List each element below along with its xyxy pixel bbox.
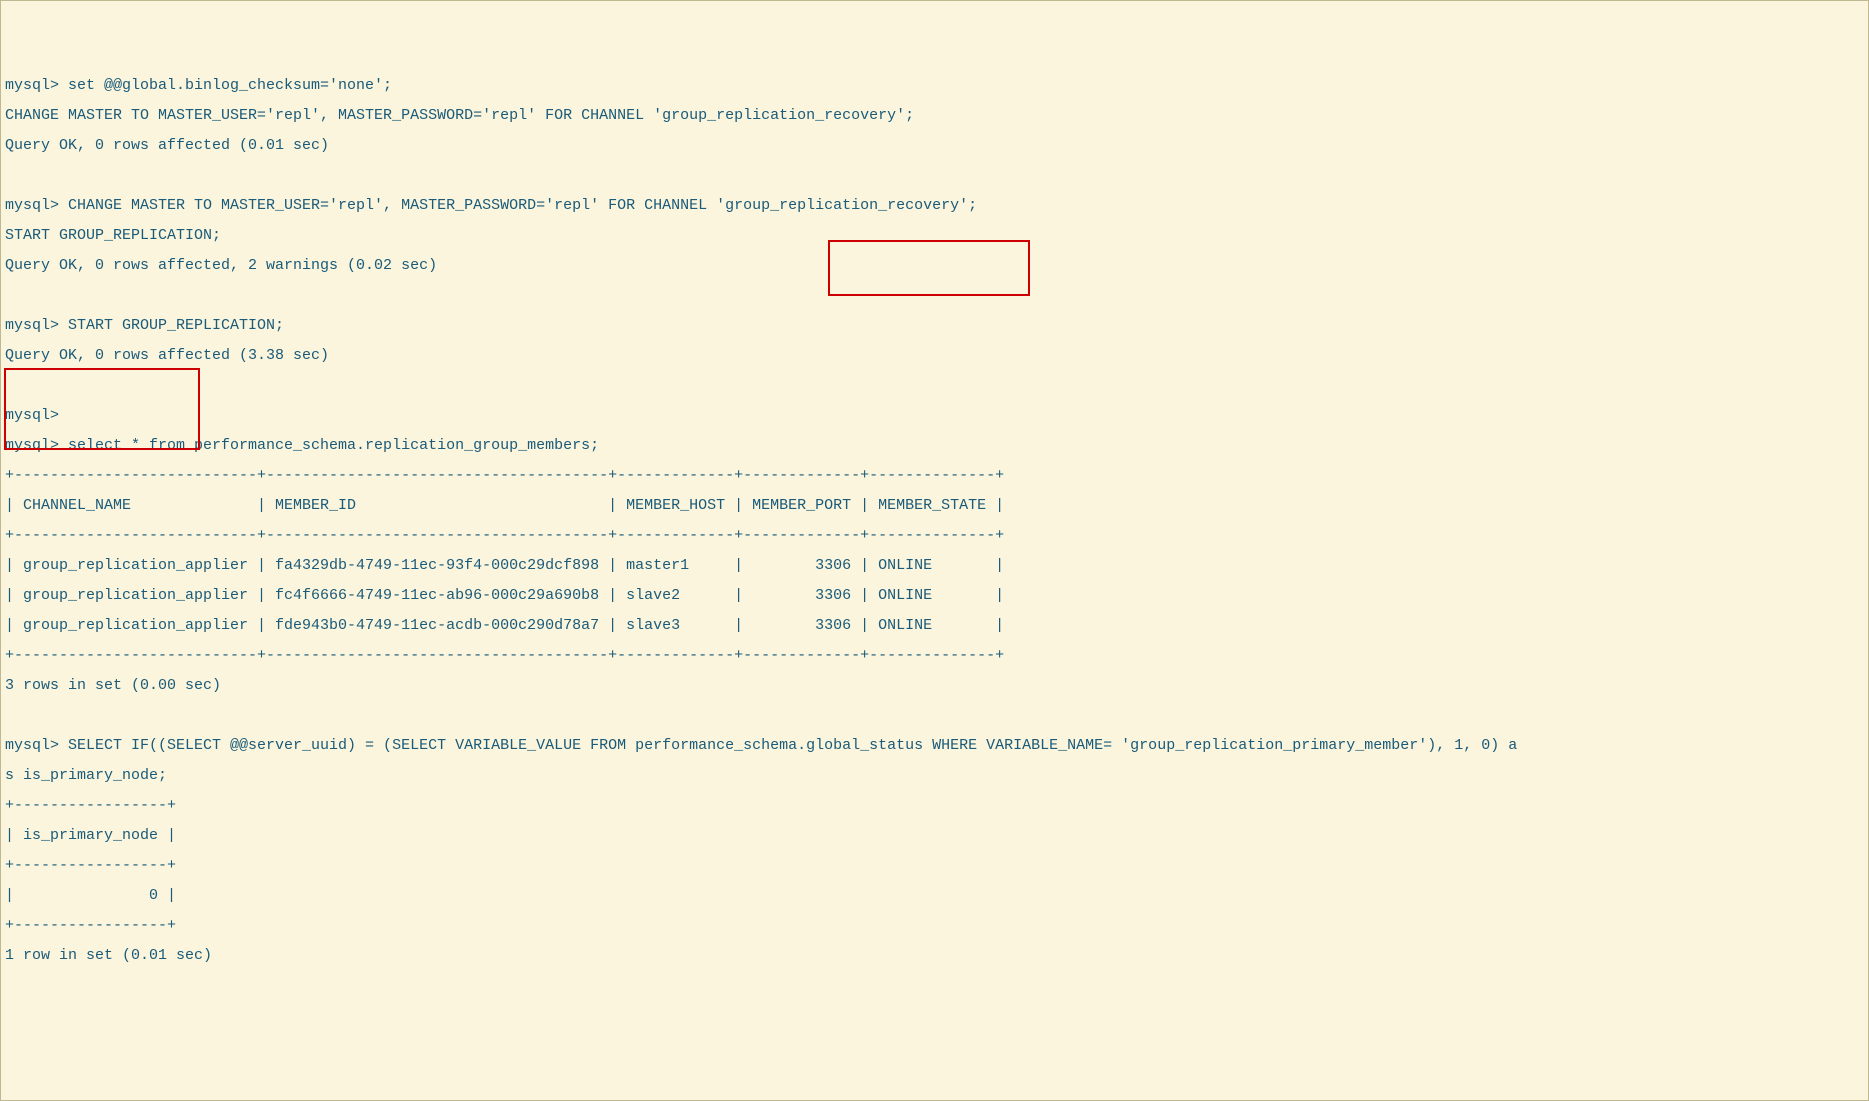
cmd-change-master-1: CHANGE MASTER TO MASTER_USER='repl', MAS…	[5, 108, 1864, 123]
cmd-set-binlog: mysql> set @@global.binlog_checksum='non…	[5, 78, 1864, 93]
table-row: | group_replication_applier | fde943b0-4…	[5, 618, 1864, 633]
mysql-terminal: mysql> set @@global.binlog_checksum='non…	[1, 61, 1868, 980]
result-ok-3: Query OK, 0 rows affected (3.38 sec)	[5, 348, 1864, 363]
cmd-start-repl: mysql> START GROUP_REPLICATION;	[5, 318, 1864, 333]
rows-in-set-2: 1 row in set (0.01 sec)	[5, 948, 1864, 963]
table-row: | group_replication_applier | fc4f6666-4…	[5, 588, 1864, 603]
primary-table-row: | 0 |	[5, 888, 1864, 903]
primary-table-header: | is_primary_node |	[5, 828, 1864, 843]
blank	[5, 708, 1864, 723]
result-ok-2: Query OK, 0 rows affected, 2 warnings (0…	[5, 258, 1864, 273]
cmd-change-master-2: mysql> CHANGE MASTER TO MASTER_USER='rep…	[5, 198, 1864, 213]
prompt-empty: mysql>	[5, 408, 1864, 423]
primary-table-border-top: +-----------------+	[5, 798, 1864, 813]
cmd-select-members: mysql> select * from performance_schema.…	[5, 438, 1864, 453]
table-border-top: +---------------------------+-----------…	[5, 468, 1864, 483]
cmd-select-primary-b: s is_primary_node;	[5, 768, 1864, 783]
table-border-mid: +---------------------------+-----------…	[5, 528, 1864, 543]
blank	[5, 168, 1864, 183]
primary-table-border-bottom: +-----------------+	[5, 918, 1864, 933]
result-ok-1: Query OK, 0 rows affected (0.01 sec)	[5, 138, 1864, 153]
table-row: | group_replication_applier | fa4329db-4…	[5, 558, 1864, 573]
cmd-select-primary-a: mysql> SELECT IF((SELECT @@server_uuid) …	[5, 738, 1864, 753]
rows-in-set-1: 3 rows in set (0.00 sec)	[5, 678, 1864, 693]
primary-table-border-mid: +-----------------+	[5, 858, 1864, 873]
cmd-start-repl-inline: START GROUP_REPLICATION;	[5, 228, 1864, 243]
blank	[5, 378, 1864, 393]
table-header-row: | CHANNEL_NAME | MEMBER_ID | MEMBER_HOST…	[5, 498, 1864, 513]
blank	[5, 288, 1864, 303]
table-border-bottom: +---------------------------+-----------…	[5, 648, 1864, 663]
